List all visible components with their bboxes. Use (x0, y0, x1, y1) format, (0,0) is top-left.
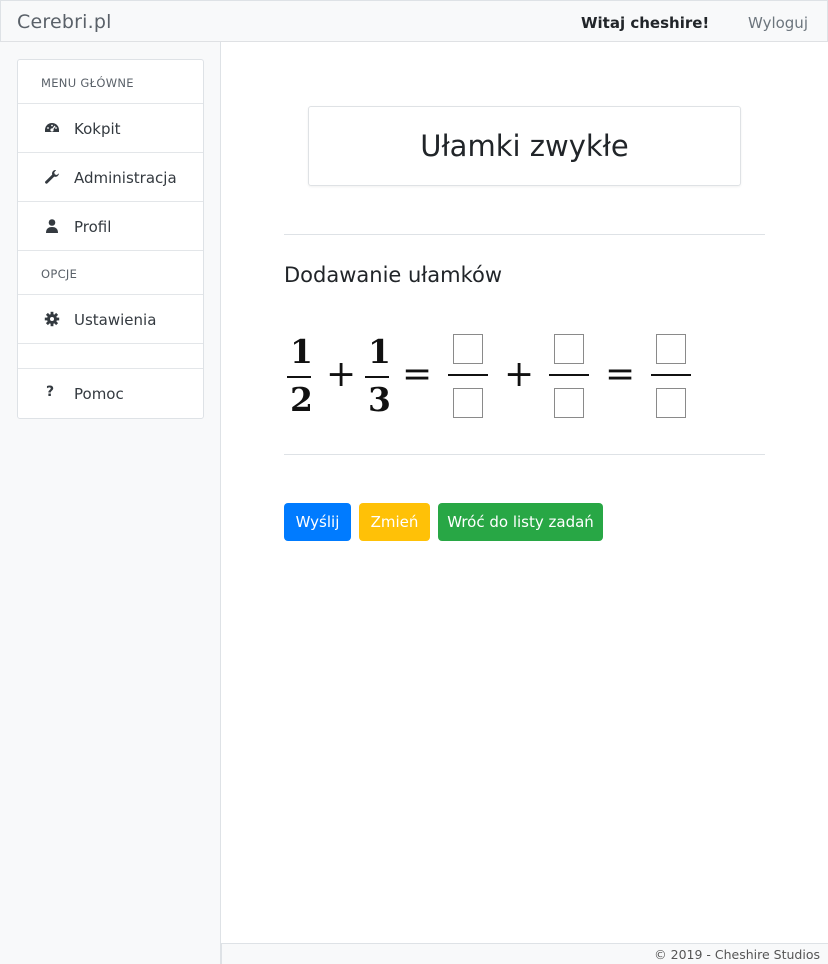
fraction-equation: 1 2 + 1 3 = + = (284, 326, 764, 426)
sidebar-section-options: OPCJE (18, 251, 203, 295)
equals-sign: = (605, 354, 636, 395)
sidebar-item-label: Pomoc (74, 385, 124, 403)
plus-sign: + (326, 354, 357, 395)
wrench-icon (44, 169, 60, 185)
sidebar-item-profil[interactable]: Profil (18, 202, 203, 251)
fraction1-denominator: 2 (290, 380, 313, 419)
user-icon (44, 218, 60, 234)
question-icon: ? (46, 384, 55, 400)
fraction-bar (448, 374, 488, 376)
top-navbar: Cerebri.pl Witaj cheshire! Wyloguj (0, 0, 828, 42)
footer: © 2019 - Cheshire Studios (221, 943, 828, 964)
sidebar-item-label: Profil (74, 218, 112, 236)
answer-numerator-input-1[interactable] (453, 334, 483, 364)
fraction2-numerator: 1 (368, 332, 391, 371)
answer-denominator-input-2[interactable] (554, 388, 584, 418)
fraction-bar (365, 376, 389, 378)
user-greeting: Witaj cheshire! (581, 14, 710, 32)
section-title: MENU GŁÓWNE (41, 76, 134, 90)
fraction-bar (549, 374, 589, 376)
page-title-card: Ułamki zwykłe (308, 106, 741, 186)
dashboard-icon (44, 120, 60, 136)
sidebar-item-pomoc[interactable]: ? Pomoc (18, 369, 203, 418)
gear-icon (44, 311, 60, 327)
footer-copyright: © 2019 - Cheshire Studios (654, 947, 820, 962)
section-title: OPCJE (41, 267, 78, 281)
fraction-bar (651, 374, 691, 376)
sidebar-item-administracja[interactable]: Administracja (18, 153, 203, 202)
answer-denominator-input-1[interactable] (453, 388, 483, 418)
answer-numerator-input-2[interactable] (554, 334, 584, 364)
sidebar: MENU GŁÓWNE Kokpit Administracja Profil … (0, 42, 221, 964)
task-subtitle: Dodawanie ułamków (284, 263, 503, 287)
equals-sign: = (402, 354, 433, 395)
brand-logo[interactable]: Cerebri.pl (17, 11, 112, 33)
answer-denominator-input-3[interactable] (656, 388, 686, 418)
sidebar-section-main: MENU GŁÓWNE (18, 60, 203, 104)
page-title: Ułamki zwykłe (420, 129, 629, 163)
fraction-bar (287, 376, 311, 378)
sidebar-spacer (18, 344, 203, 369)
sidebar-item-ustawienia[interactable]: Ustawienia (18, 295, 203, 344)
sidebar-menu: MENU GŁÓWNE Kokpit Administracja Profil … (17, 59, 204, 419)
divider (284, 454, 765, 455)
change-button[interactable]: Zmień (359, 503, 430, 541)
back-to-list-button[interactable]: Wróć do listy zadań (438, 503, 603, 541)
sidebar-item-label: Kokpit (74, 120, 121, 138)
plus-sign: + (504, 354, 535, 395)
logout-link[interactable]: Wyloguj (748, 14, 808, 32)
sidebar-item-kokpit[interactable]: Kokpit (18, 104, 203, 153)
answer-numerator-input-3[interactable] (656, 334, 686, 364)
fraction2-denominator: 3 (368, 380, 391, 419)
divider (284, 234, 765, 235)
submit-button[interactable]: Wyślij (284, 503, 351, 541)
sidebar-item-label: Administracja (74, 169, 177, 187)
fraction1-numerator: 1 (290, 332, 313, 371)
sidebar-item-label: Ustawienia (74, 311, 157, 329)
